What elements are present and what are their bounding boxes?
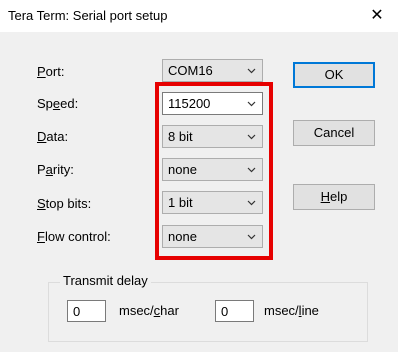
port-label: Port: (37, 64, 65, 79)
msec-per-char-label: msec/char (119, 303, 179, 318)
data-label: Data: (37, 129, 69, 144)
msec-per-char-input[interactable]: 0 (67, 300, 106, 322)
msec-per-line-input[interactable]: 0 (215, 300, 254, 322)
stop-bits-label: Stop bits: (37, 196, 92, 211)
flow-control-label: Flow control: (37, 229, 111, 244)
close-button[interactable]: ✕ (362, 4, 392, 28)
transmit-delay-title: Transmit delay (60, 273, 151, 288)
port-value: COM16 (168, 63, 213, 78)
help-button[interactable]: Help (293, 184, 375, 210)
msec-per-char-value: 0 (73, 304, 81, 319)
highlight-annotation-box (155, 82, 273, 260)
chevron-down-icon (247, 68, 256, 74)
window-title: Tera Term: Serial port setup (8, 8, 168, 23)
msec-per-line-value: 0 (221, 304, 229, 319)
cancel-button[interactable]: Cancel (293, 120, 375, 146)
msec-per-line-label: msec/line (264, 303, 319, 318)
port-select[interactable]: COM16 (162, 59, 263, 82)
parity-label: Parity: (37, 162, 74, 177)
speed-label: Speed: (37, 96, 79, 111)
ok-button[interactable]: OK (293, 62, 375, 88)
title-bar: Tera Term: Serial port setup ✕ (0, 0, 398, 32)
